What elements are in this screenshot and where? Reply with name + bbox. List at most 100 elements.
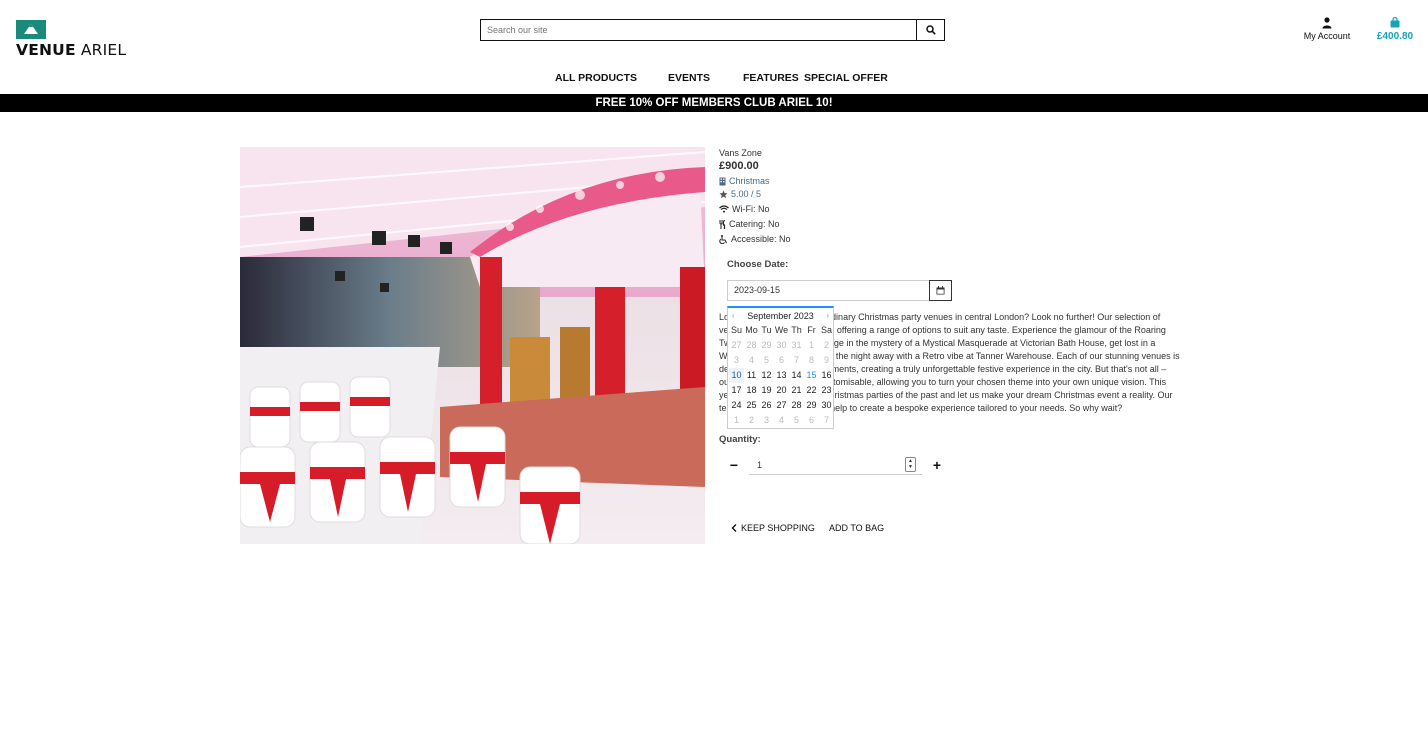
- search-input[interactable]: [480, 19, 916, 41]
- bag-total: £400.80: [1376, 31, 1414, 42]
- calendar-day[interactable]: 23: [819, 383, 834, 398]
- calendar-day-other-month[interactable]: 9: [819, 353, 834, 368]
- product-image: [240, 147, 705, 544]
- logo-mark-icon: [16, 20, 46, 39]
- user-icon: [1322, 17, 1332, 29]
- datepicker-header: ‹ September 2023 ›: [728, 308, 833, 323]
- utensils-icon: [719, 219, 726, 229]
- product-price: £900.00: [719, 160, 759, 172]
- increment-button[interactable]: +: [930, 457, 944, 473]
- rating-value: 5.00 / 5: [731, 189, 762, 199]
- logo-text: VENUE ARIEL: [16, 41, 127, 59]
- calendar-day-other-month[interactable]: 5: [759, 353, 774, 368]
- calendar-day-other-month[interactable]: 27: [729, 338, 744, 353]
- date-input[interactable]: 2023-09-15: [727, 280, 930, 301]
- product-rating: 5.00 / 5: [719, 188, 1189, 200]
- building-icon: [719, 177, 726, 185]
- product-details: Vans Zone £900.00 Christmas 5.00 / 5 Wi-…: [719, 148, 1189, 245]
- datepicker-grid: Su Mo Tu We Th Fr Sa 27 28 29 30 31 1 2 3 4 5 6 7 8 9 10 11 12 1…: [729, 323, 833, 428]
- calendar-day[interactable]: 26: [759, 398, 774, 413]
- calendar-day[interactable]: 22: [804, 383, 819, 398]
- keep-shopping-label: KEEP SHOPPING: [741, 523, 815, 533]
- chevron-left-icon: [731, 524, 737, 532]
- calendar-day[interactable]: 29: [804, 398, 819, 413]
- calendar-day-other-month[interactable]: 31: [789, 338, 804, 353]
- calendar-day[interactable]: 17: [729, 383, 744, 398]
- calendar-day[interactable]: 12: [759, 368, 774, 383]
- calendar-day-other-month[interactable]: 4: [774, 413, 789, 428]
- calendar-button[interactable]: [929, 280, 952, 301]
- weekday-header: We: [774, 325, 789, 335]
- weekday-header: Sa: [820, 325, 832, 335]
- calendar-day[interactable]: 13: [774, 368, 789, 383]
- feature-catering: Catering: No: [719, 218, 1189, 230]
- calendar-day-other-month[interactable]: 2: [819, 338, 834, 353]
- search-icon: [925, 25, 936, 35]
- calendar-day[interactable]: 15: [804, 368, 819, 383]
- shopping-bag-link[interactable]: £400.80: [1372, 16, 1418, 42]
- datepicker-popup: ‹ September 2023 › Su Mo Tu We Th Fr Sa 27 28 29 3…: [727, 306, 834, 429]
- calendar-day[interactable]: 10: [729, 368, 744, 383]
- calendar-day-other-month[interactable]: 3: [729, 353, 744, 368]
- calendar-day[interactable]: 21: [789, 383, 804, 398]
- wifi-icon: [719, 205, 729, 213]
- calendar-day-other-month[interactable]: 28: [744, 338, 759, 353]
- calendar-day[interactable]: 11: [744, 368, 759, 383]
- quantity-label: Quantity:: [719, 434, 761, 445]
- wheelchair-icon: [719, 234, 727, 244]
- nav-item-all-products[interactable]: ALL PRODUCTS: [555, 72, 637, 84]
- shopping-bag-icon: [1390, 16, 1400, 28]
- quantity-spinner[interactable]: ▲ ▼: [905, 457, 916, 472]
- calendar-day-other-month[interactable]: 2: [744, 413, 759, 428]
- catering-label: Catering: No: [729, 219, 780, 229]
- calendar-day-other-month[interactable]: 1: [729, 413, 744, 428]
- account-link[interactable]: My Account: [1300, 17, 1354, 41]
- calendar-day-other-month[interactable]: 8: [804, 353, 819, 368]
- calendar-day-other-month[interactable]: 6: [804, 413, 819, 428]
- nav-item-events[interactable]: EVENTS: [668, 72, 710, 84]
- calendar-icon: [936, 286, 945, 295]
- calendar-day[interactable]: 28: [789, 398, 804, 413]
- calendar-day[interactable]: 24: [729, 398, 744, 413]
- weekday-header: Mo: [745, 325, 758, 335]
- calendar-day[interactable]: 20: [774, 383, 789, 398]
- calendar-day[interactable]: 14: [789, 368, 804, 383]
- prev-month-button[interactable]: ‹: [732, 311, 735, 320]
- calendar-day-other-month[interactable]: 7: [819, 413, 834, 428]
- quantity-input[interactable]: 1: [749, 455, 922, 475]
- calendar-day-other-month[interactable]: 5: [789, 413, 804, 428]
- decrement-button[interactable]: −: [727, 457, 741, 473]
- calendar-day-other-month[interactable]: 29: [759, 338, 774, 353]
- site-logo[interactable]: VENUE ARIEL: [16, 20, 126, 59]
- calendar-day-other-month[interactable]: 4: [744, 353, 759, 368]
- calendar-day[interactable]: 16: [819, 368, 834, 383]
- calendar-day[interactable]: 27: [774, 398, 789, 413]
- weekday-header: Su: [730, 325, 742, 335]
- next-month-button[interactable]: ›: [826, 311, 829, 320]
- calendar-day-other-month[interactable]: 7: [789, 353, 804, 368]
- calendar-day[interactable]: 30: [819, 398, 834, 413]
- nav-item-special-offer[interactable]: SPECIAL OFFER: [804, 72, 888, 84]
- month-label[interactable]: September 2023: [747, 311, 814, 321]
- calendar-day[interactable]: 25: [744, 398, 759, 413]
- promo-banner: FREE 10% OFF MEMBERS CLUB ARIEL 10!: [0, 94, 1428, 112]
- add-to-bag-button[interactable]: ADD TO BAG: [829, 523, 884, 533]
- account-label: My Account: [1303, 31, 1351, 41]
- search-button[interactable]: [916, 19, 945, 41]
- calendar-day-other-month[interactable]: 3: [759, 413, 774, 428]
- calendar-day[interactable]: 19: [759, 383, 774, 398]
- main-nav: ALL PRODUCTS EVENTS FEATURES SPECIAL OFF…: [0, 72, 1428, 86]
- product-category[interactable]: Christmas: [719, 175, 1189, 187]
- wifi-label: Wi-Fi: No: [732, 204, 770, 214]
- calendar-day-other-month[interactable]: 30: [774, 338, 789, 353]
- calendar-day[interactable]: 18: [744, 383, 759, 398]
- feature-accessible: Accessible: No: [719, 233, 1189, 245]
- search-bar: [480, 19, 945, 41]
- choose-date-label: Choose Date:: [727, 259, 789, 270]
- nav-item-features[interactable]: FEATURES: [743, 72, 799, 84]
- star-icon: [719, 189, 728, 198]
- weekday-header: Tu: [761, 325, 772, 335]
- calendar-day-other-month[interactable]: 1: [804, 338, 819, 353]
- calendar-day-other-month[interactable]: 6: [774, 353, 789, 368]
- keep-shopping-link[interactable]: KEEP SHOPPING: [731, 523, 815, 533]
